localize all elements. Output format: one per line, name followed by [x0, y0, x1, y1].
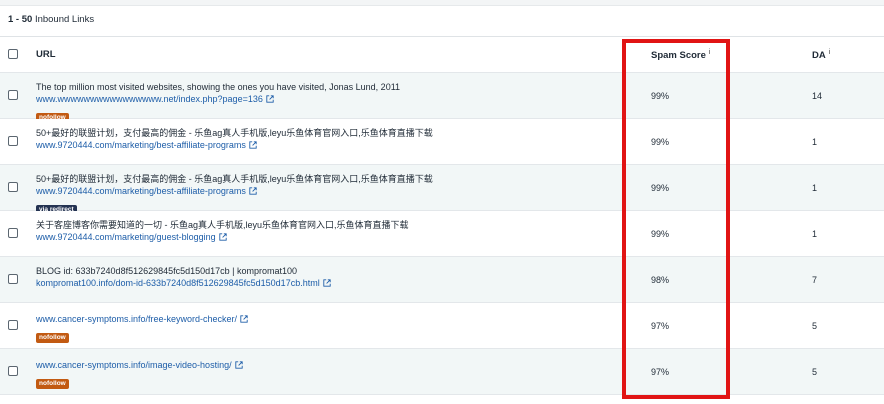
- url-cell: 50+最好的联盟计划，支付最高的佣金 - 乐鱼ag真人手机版,leyu乐鱼体育官…: [36, 173, 596, 216]
- spam-score-value: 99%: [651, 91, 670, 101]
- spam-score-value: 97%: [651, 367, 670, 377]
- results-range-bar: 1 - 50 Inbound Links: [8, 14, 94, 25]
- section-title: Inbound Links: [34, 14, 95, 25]
- spam-score-value: 99%: [651, 137, 670, 147]
- table-header-row: URL Spam Score i DA i: [0, 37, 884, 73]
- results-range: 1 - 50: [8, 14, 33, 25]
- row-checkbox[interactable]: [8, 366, 18, 376]
- url-link[interactable]: www.cancer-symptoms.info/free-keyword-ch…: [36, 313, 596, 326]
- select-all-checkbox[interactable]: [8, 49, 18, 59]
- top-border: [0, 0, 884, 6]
- external-link-icon[interactable]: [218, 232, 227, 244]
- url-link-text[interactable]: www.wwwwwwwwwwwwwwww.net/index.php?page=…: [36, 94, 263, 104]
- column-header-da[interactable]: DA i: [812, 49, 830, 61]
- table-row: www.cancer-symptoms.info/image-video-hos…: [0, 349, 884, 395]
- spam-score-value: 97%: [651, 321, 670, 331]
- url-link-text[interactable]: www.cancer-symptoms.info/image-video-hos…: [36, 360, 232, 370]
- page-title: 50+最好的联盟计划，支付最高的佣金 - 乐鱼ag真人手机版,leyu乐鱼体育官…: [36, 128, 433, 138]
- url-link[interactable]: www.cancer-symptoms.info/image-video-hos…: [36, 359, 596, 372]
- inbound-links-page: 1 - 50 Inbound Links URL Spam Score i DA i…: [0, 0, 884, 404]
- da-value: 5: [812, 367, 818, 377]
- external-link-icon[interactable]: [323, 278, 331, 290]
- url-cell: 50+最好的联盟计划，支付最高的佣金 - 乐鱼ag真人手机版,leyu乐鱼体育官…: [36, 127, 596, 152]
- table-row: 50+最好的联盟计划，支付最高的佣金 - 乐鱼ag真人手机版,leyu乐鱼体育官…: [0, 165, 884, 215]
- external-link-icon[interactable]: [234, 360, 243, 372]
- url-link[interactable]: kompromat100.info/dom-id-633b7240d8f5126…: [36, 277, 596, 290]
- table-row: www.cancer-symptoms.info/free-keyword-ch…: [0, 303, 884, 349]
- url-link[interactable]: www.9720444.com/marketing/best-affiliate…: [36, 185, 596, 198]
- url-link-text[interactable]: www.9720444.com/marketing/best-affiliate…: [36, 140, 246, 150]
- url-link-text[interactable]: www.cancer-symptoms.info/free-keyword-ch…: [36, 314, 237, 324]
- da-label: DA: [812, 50, 826, 62]
- table-row: 50+最好的联盟计划，支付最高的佣金 - 乐鱼ag真人手机版,leyu乐鱼体育官…: [0, 119, 884, 165]
- table-row: The top million most visited websites, s…: [0, 73, 884, 123]
- nofollow-badge: nofollow: [36, 333, 69, 343]
- page-title: 关于客座博客你需要知道的一切 - 乐鱼ag真人手机版,leyu乐鱼体育官网入口,…: [36, 220, 409, 230]
- da-value: 14: [812, 91, 823, 101]
- url-cell: www.cancer-symptoms.info/image-video-hos…: [36, 359, 596, 390]
- url-link-text[interactable]: www.9720444.com/marketing/best-affiliate…: [36, 186, 246, 196]
- inbound-links-table: URL Spam Score i DA i The top million most…: [0, 36, 884, 395]
- table-row: 关于客座博客你需要知道的一切 - 乐鱼ag真人手机版,leyu乐鱼体育官网入口,…: [0, 211, 884, 257]
- da-value: 1: [812, 137, 818, 147]
- url-link[interactable]: www.wwwwwwwwwwwwwwww.net/index.php?page=…: [36, 93, 596, 106]
- url-cell: www.cancer-symptoms.info/free-keyword-ch…: [36, 313, 596, 344]
- page-title: The top million most visited websites, s…: [36, 82, 401, 92]
- row-checkbox[interactable]: [8, 320, 18, 330]
- page-title: 50+最好的联盟计划，支付最高的佣金 - 乐鱼ag真人手机版,leyu乐鱼体育官…: [36, 174, 433, 184]
- spam-score-value: 99%: [651, 229, 670, 239]
- spam-score-value: 99%: [651, 183, 670, 193]
- url-link-text[interactable]: kompromat100.info/dom-id-633b7240d8f5126…: [36, 278, 320, 288]
- nofollow-badge: nofollow: [36, 379, 69, 389]
- da-info-icon[interactable]: i: [829, 49, 831, 56]
- row-checkbox[interactable]: [8, 182, 18, 192]
- da-value: 7: [812, 275, 818, 285]
- url-link-text[interactable]: www.9720444.com/marketing/guest-blogging: [36, 232, 216, 242]
- url-cell: BLOG id: 633b7240d8f512629845fc5d150d17c…: [36, 265, 596, 290]
- page-title: BLOG id: 633b7240d8f512629845fc5d150d17c…: [36, 266, 298, 276]
- row-checkbox[interactable]: [8, 274, 18, 284]
- row-checkbox[interactable]: [8, 228, 18, 238]
- da-value: 1: [812, 183, 818, 193]
- external-link-icon[interactable]: [266, 94, 274, 106]
- spam-score-label: Spam Score: [651, 50, 706, 62]
- external-link-icon[interactable]: [249, 140, 257, 152]
- external-link-icon[interactable]: [240, 314, 248, 326]
- external-link-icon[interactable]: [249, 186, 257, 198]
- row-checkbox[interactable]: [8, 136, 18, 146]
- da-value: 1: [812, 229, 818, 239]
- spam-score-value: 98%: [651, 275, 670, 285]
- spam-score-info-icon[interactable]: i: [709, 49, 711, 56]
- column-header-spam-score[interactable]: Spam Score i: [651, 49, 710, 61]
- column-header-url[interactable]: URL: [36, 49, 56, 60]
- table-body: The top million most visited websites, s…: [0, 73, 884, 395]
- da-value: 5: [812, 321, 818, 331]
- url-cell: 关于客座博客你需要知道的一切 - 乐鱼ag真人手机版,leyu乐鱼体育官网入口,…: [36, 219, 596, 244]
- url-link[interactable]: www.9720444.com/marketing/guest-blogging: [36, 231, 596, 244]
- url-link[interactable]: www.9720444.com/marketing/best-affiliate…: [36, 139, 596, 152]
- table-row: BLOG id: 633b7240d8f512629845fc5d150d17c…: [0, 257, 884, 303]
- row-checkbox[interactable]: [8, 90, 18, 100]
- url-cell: The top million most visited websites, s…: [36, 81, 596, 124]
